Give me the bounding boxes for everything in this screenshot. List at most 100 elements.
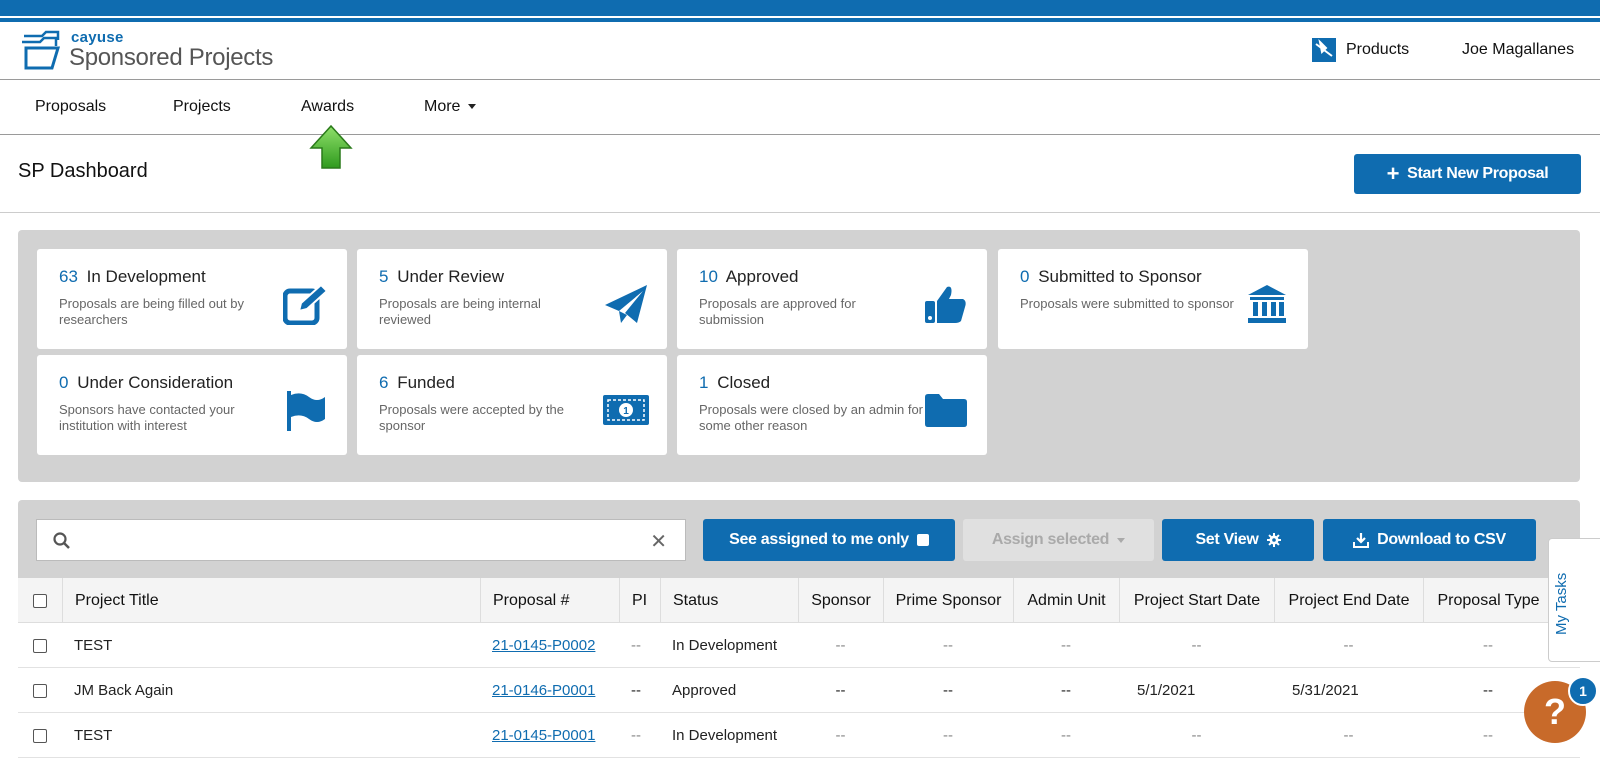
search-box: ✕ bbox=[36, 519, 686, 561]
assign-selected-button[interactable]: Assign selected bbox=[963, 519, 1154, 561]
brand-product-name: Sponsored Projects bbox=[69, 44, 274, 71]
set-view-button[interactable]: Set View bbox=[1162, 519, 1314, 561]
status-card-funded[interactable]: 6 Funded Proposals were accepted by the … bbox=[357, 355, 667, 455]
status-card-approved[interactable]: 10 Approved Proposals are approved for s… bbox=[677, 249, 987, 349]
download-csv-button[interactable]: Download to CSV bbox=[1323, 519, 1536, 561]
cell-proposal: 21-0146-P0001 bbox=[480, 668, 619, 713]
checkbox-icon bbox=[916, 534, 929, 546]
status-card-under-consideration[interactable]: 0 Under Consideration Sponsors have cont… bbox=[37, 355, 347, 455]
card-count: 5 bbox=[379, 267, 389, 286]
proposal-link[interactable]: 21-0145-P0001 bbox=[492, 727, 595, 744]
card-count: 0 bbox=[59, 373, 69, 392]
table-row[interactable]: TEST 21-0145-P0002 -- In Development -- … bbox=[18, 623, 1580, 668]
column-header[interactable]: Project End Date bbox=[1274, 578, 1423, 623]
card-description: Proposals are approved for submission bbox=[699, 296, 856, 327]
chevron-down-icon bbox=[1117, 537, 1126, 543]
status-card-closed[interactable]: 1 Closed Proposals were closed by an adm… bbox=[677, 355, 987, 455]
column-header[interactable]: Status bbox=[660, 578, 798, 623]
flag-icon bbox=[287, 391, 325, 431]
paper-plane-icon bbox=[605, 285, 647, 323]
column-header[interactable]: PI bbox=[619, 578, 660, 623]
see-assigned-label: See assigned to me only bbox=[729, 531, 909, 548]
edit-icon bbox=[283, 283, 329, 325]
column-header[interactable]: Prime Sponsor bbox=[883, 578, 1013, 623]
table-row[interactable]: TEST 21-0145-P0001 -- In Development -- … bbox=[18, 713, 1580, 758]
products-icon bbox=[1312, 38, 1336, 62]
nav-awards[interactable]: Awards bbox=[301, 98, 354, 116]
status-card-under-review[interactable]: 5 Under Review Proposals are being inter… bbox=[357, 249, 667, 349]
nav-more-label: More bbox=[424, 98, 461, 115]
status-card-submitted-to-sponsor[interactable]: 0 Submitted to Sponsor Proposals were su… bbox=[998, 249, 1308, 349]
cell-title: JM Back Again bbox=[74, 682, 174, 699]
row-checkbox[interactable] bbox=[33, 728, 47, 743]
nav-proposals[interactable]: Proposals bbox=[35, 98, 106, 116]
card-description: Proposals were submitted to sponsor bbox=[1020, 296, 1234, 311]
my-tasks-tab[interactable]: My Tasks bbox=[1548, 538, 1600, 662]
bank-icon bbox=[1248, 285, 1286, 323]
column-header[interactable]: Proposal # bbox=[480, 578, 619, 623]
folder-icon bbox=[925, 394, 967, 427]
cayuse-logo-icon bbox=[22, 30, 61, 70]
cell-status: In Development bbox=[672, 637, 778, 654]
proposal-link[interactable]: 21-0146-P0001 bbox=[492, 682, 595, 699]
proposal-link[interactable]: 21-0145-P0002 bbox=[492, 637, 595, 654]
select-all-checkbox[interactable] bbox=[33, 593, 47, 608]
nav-projects[interactable]: Projects bbox=[173, 98, 231, 116]
user-menu[interactable]: Joe Magallanes bbox=[1462, 41, 1574, 59]
cell-pi: -- bbox=[631, 727, 641, 744]
cell-prime-sponsor: -- bbox=[943, 727, 953, 744]
see-assigned-button[interactable]: See assigned to me only bbox=[703, 519, 955, 561]
cell-start-date: -- bbox=[1191, 637, 1202, 654]
status-card-in-development[interactable]: 63 In Development Proposals are being fi… bbox=[37, 249, 347, 349]
set-view-label: Set View bbox=[1195, 531, 1259, 548]
cell-title: TEST bbox=[74, 727, 113, 744]
start-new-proposal-label: Start New Proposal bbox=[1407, 165, 1549, 182]
start-new-proposal-button[interactable]: + Start New Proposal bbox=[1354, 154, 1581, 194]
chevron-down-icon bbox=[468, 104, 477, 110]
my-tasks-label: My Tasks bbox=[1553, 572, 1570, 635]
row-select-cell bbox=[18, 713, 62, 758]
money-icon: 1 bbox=[603, 395, 649, 425]
column-header[interactable]: Project Title bbox=[62, 578, 480, 623]
page-titlebar: SP Dashboard + Start New Proposal bbox=[0, 136, 1600, 213]
column-header[interactable]: Sponsor bbox=[798, 578, 883, 623]
search-input[interactable] bbox=[83, 528, 643, 554]
page-title: SP Dashboard bbox=[18, 160, 148, 182]
card-label: In Development bbox=[86, 267, 206, 286]
products-label: Products bbox=[1346, 41, 1410, 58]
select-all-cell bbox=[18, 578, 62, 623]
table-row[interactable]: JM Back Again 21-0146-P0001 -- Approved … bbox=[18, 668, 1580, 713]
app-header: cayuse Sponsored Projects Products Joe M… bbox=[0, 22, 1600, 80]
card-description: Sponsors have contacted your institution… bbox=[59, 402, 235, 433]
column-header[interactable]: Proposal Type bbox=[1423, 578, 1553, 623]
row-checkbox[interactable] bbox=[33, 638, 47, 653]
cell-admin-unit: -- bbox=[1061, 727, 1071, 744]
thumbs-up-icon bbox=[925, 286, 966, 323]
cell-sponsor: -- bbox=[835, 682, 846, 699]
cell-admin-unit: -- bbox=[1061, 637, 1071, 654]
svg-text:1: 1 bbox=[623, 406, 629, 417]
clear-search-icon[interactable]: ✕ bbox=[650, 529, 667, 554]
cell-pi: -- bbox=[631, 637, 641, 654]
row-select-cell bbox=[18, 623, 62, 668]
card-count: 6 bbox=[379, 373, 389, 392]
products-menu[interactable]: Products bbox=[1312, 38, 1409, 62]
card-count: 10 bbox=[699, 267, 718, 286]
column-header[interactable]: Admin Unit bbox=[1013, 578, 1119, 623]
cell-sponsor: -- bbox=[835, 637, 846, 654]
gear-icon bbox=[1266, 533, 1281, 547]
cell-start-date: -- bbox=[1191, 727, 1202, 744]
card-description: Proposals are being internal reviewed bbox=[379, 296, 541, 327]
column-header[interactable]: Project Start Date bbox=[1119, 578, 1274, 623]
card-count: 63 bbox=[59, 267, 78, 286]
main-nav: Proposals Projects Awards More bbox=[0, 81, 1600, 135]
nav-more[interactable]: More bbox=[424, 98, 477, 116]
cell-proposal: 21-0145-P0001 bbox=[480, 713, 619, 758]
card-description: Proposals were accepted by the sponsor bbox=[379, 402, 564, 433]
table-header: Project Title Proposal # PI Status Spons… bbox=[18, 578, 1580, 623]
cell-sponsor: -- bbox=[835, 727, 846, 744]
status-cards-panel: 63 In Development Proposals are being fi… bbox=[18, 230, 1580, 482]
row-checkbox[interactable] bbox=[33, 683, 47, 698]
cell-title: TEST bbox=[74, 637, 113, 654]
proposals-table-panel: ✕ See assigned to me only Assign selecte… bbox=[18, 500, 1580, 758]
